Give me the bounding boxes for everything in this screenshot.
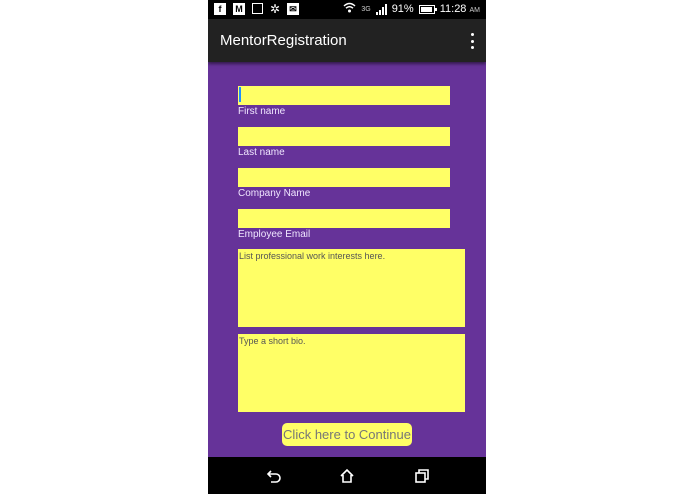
continue-button[interactable]: Click here to Continue (282, 423, 412, 446)
employee-email-label: Employee Email (238, 229, 311, 240)
first-name-field[interactable] (238, 86, 450, 105)
battery-icon (418, 4, 437, 14)
employee-email-field[interactable] (238, 209, 450, 228)
app-title: MentorRegistration (220, 32, 347, 49)
pinwheel-icon: ✲ (270, 2, 281, 16)
signal-icon (375, 3, 387, 15)
email-icon: ✉ (287, 3, 300, 15)
home-icon[interactable] (337, 466, 357, 486)
network-type: 3G (361, 5, 371, 13)
recents-icon[interactable] (411, 466, 431, 486)
notification-icons: f M ✲ ✉ (214, 2, 300, 16)
last-name-field[interactable] (238, 127, 450, 146)
system-status: 3G 91% 11:28 AM (343, 2, 480, 16)
company-name-field[interactable] (238, 168, 450, 187)
battery-percent: 91% (391, 3, 414, 15)
navigation-bar (208, 457, 486, 494)
gmail-icon: M (233, 3, 245, 15)
first-name-label: First name (238, 106, 286, 117)
work-interests-textarea[interactable] (238, 249, 465, 327)
short-bio-textarea[interactable] (238, 334, 465, 412)
app-bar: MentorRegistration (208, 19, 486, 62)
nook-icon (252, 3, 263, 14)
clock: 11:28 AM (439, 3, 480, 15)
wifi-icon (343, 2, 356, 16)
text-cursor (239, 87, 241, 102)
status-bar: f M ✲ ✉ 3G 91% 11:28 AM (208, 0, 486, 19)
last-name-label: Last name (238, 147, 285, 158)
phone-screen: f M ✲ ✉ 3G 91% 11:28 AM MentorRegistrati… (208, 0, 486, 494)
company-name-label: Company Name (238, 188, 311, 199)
more-vert-icon[interactable] (468, 33, 476, 49)
back-icon[interactable] (263, 466, 283, 486)
facebook-icon: f (214, 3, 226, 15)
